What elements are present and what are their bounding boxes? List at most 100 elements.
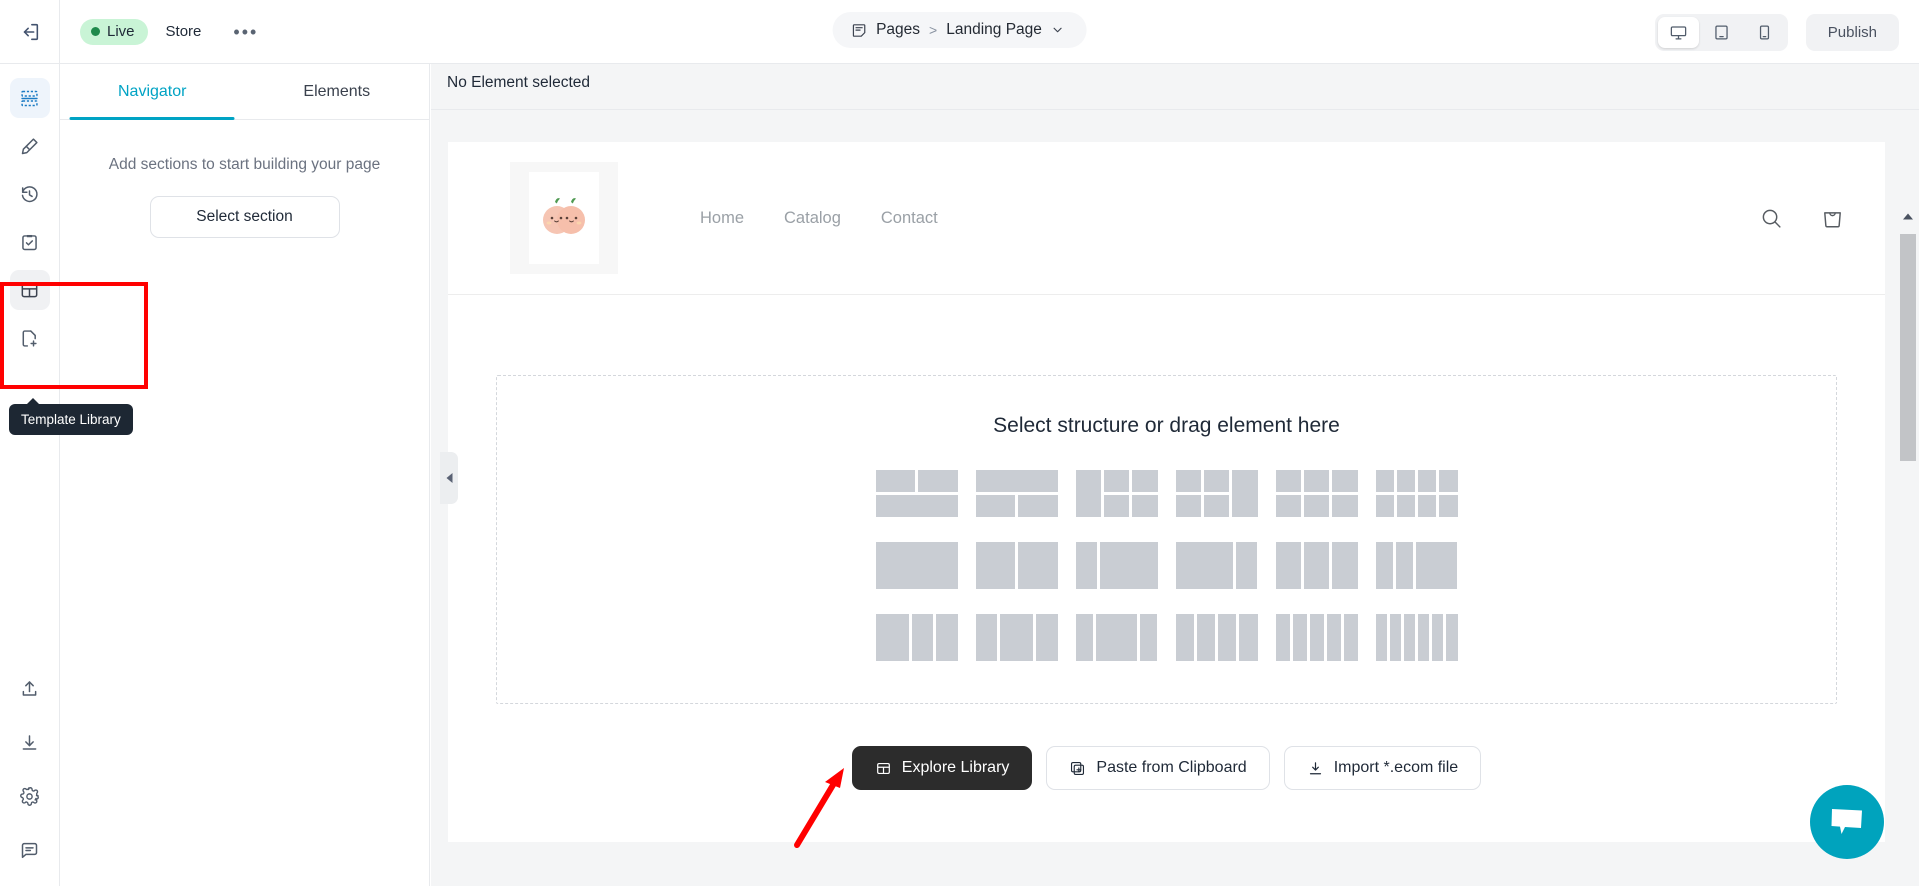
structure-cell — [1275, 542, 1301, 589]
breadcrumb-root[interactable]: Pages — [876, 21, 920, 39]
structure-cell — [1375, 614, 1387, 661]
cart-icon[interactable] — [1820, 206, 1845, 231]
breadcrumb-separator: > — [929, 22, 938, 38]
structure-option[interactable] — [875, 542, 958, 589]
structure-option[interactable] — [1275, 614, 1358, 661]
rail-item-feedback[interactable] — [10, 830, 50, 870]
preview-header-actions — [1759, 206, 1845, 231]
structure-cell — [918, 470, 958, 492]
structure-cell — [875, 470, 915, 492]
breadcrumb-current[interactable]: Landing Page — [946, 21, 1042, 39]
structure-option[interactable] — [1375, 470, 1458, 517]
structure-cell — [1446, 614, 1458, 661]
canvas-area: No Element selected Home Catalog Contact… — [431, 64, 1919, 886]
scroll-up-button[interactable] — [1897, 205, 1919, 227]
structure-cell — [1075, 614, 1093, 661]
upload-icon — [22, 680, 37, 696]
app-root: Live Store ••• Pages > Landing Page Publ… — [0, 0, 1919, 886]
template-library-icon — [21, 283, 38, 297]
chevron-down-icon[interactable] — [1051, 23, 1065, 37]
mobile-icon — [1759, 25, 1769, 39]
structure-option[interactable] — [875, 470, 958, 517]
live-status-dot — [91, 26, 100, 36]
structure-cell — [1075, 470, 1101, 517]
preview-nav-catalog[interactable]: Catalog — [784, 209, 841, 228]
explore-library-button[interactable]: Explore Library — [851, 746, 1033, 790]
structure-cell — [975, 542, 1015, 589]
tablet-view-button[interactable] — [1701, 17, 1742, 48]
desktop-view-button[interactable] — [1657, 16, 1699, 48]
clipboard-paste-icon — [1071, 761, 1085, 775]
rail-item-history[interactable] — [10, 174, 50, 214]
structure-option[interactable] — [1175, 470, 1258, 517]
structure-cell — [1036, 614, 1058, 661]
structure-option[interactable] — [1375, 542, 1458, 589]
preview-logo[interactable] — [510, 162, 618, 274]
rail-item-design[interactable] — [10, 126, 50, 166]
preview-nav-contact[interactable]: Contact — [881, 209, 938, 228]
rail-item-template-library[interactable] — [9, 270, 50, 310]
breadcrumb[interactable]: Pages > Landing Page — [832, 12, 1087, 48]
structure-option[interactable] — [1175, 542, 1258, 589]
checklist-icon — [22, 234, 37, 250]
selection-status-label: No Element selected — [447, 74, 591, 91]
structure-cell — [875, 495, 958, 517]
structure-option[interactable] — [1075, 470, 1158, 517]
structure-cell — [1275, 495, 1301, 517]
live-status-badge[interactable]: Live — [80, 18, 148, 45]
structure-cell — [1140, 614, 1158, 661]
import-ecom-file-button[interactable]: Import *.ecom file — [1283, 746, 1482, 790]
structure-cell — [1239, 614, 1258, 661]
preview-nav-home[interactable]: Home — [700, 209, 744, 228]
structure-cell — [1303, 470, 1330, 492]
structure-option[interactable] — [975, 470, 1058, 517]
rail-item-new-page[interactable] — [10, 318, 50, 358]
structure-option[interactable] — [975, 614, 1058, 661]
rail-item-sections[interactable] — [9, 78, 50, 118]
mobile-view-button[interactable] — [1744, 17, 1785, 48]
structure-dropzone[interactable]: Select structure or drag element here — [496, 375, 1837, 704]
panel-empty-hint: Add sections to start building your page — [108, 156, 381, 173]
select-section-button[interactable]: Select section — [149, 196, 340, 238]
tab-elements[interactable]: Elements — [245, 64, 430, 119]
rail-item-download[interactable] — [10, 722, 50, 762]
structure-cell — [975, 470, 1058, 492]
canvas-scrollbar-thumb[interactable] — [1900, 234, 1916, 461]
preview-logo-inner — [529, 172, 599, 264]
structure-option[interactable] — [1275, 542, 1358, 589]
structure-option[interactable] — [1175, 614, 1258, 661]
explore-library-label: Explore Library — [901, 759, 1010, 776]
structure-option[interactable] — [1075, 542, 1158, 589]
structure-option[interactable] — [875, 614, 958, 661]
structure-cell — [1432, 614, 1444, 661]
rail-item-checklist[interactable] — [10, 222, 50, 262]
publish-button[interactable]: Publish — [1805, 13, 1899, 51]
structure-option[interactable] — [1275, 470, 1358, 517]
structure-cell — [936, 614, 958, 661]
template-library-tooltip: Template Library — [9, 398, 133, 435]
structure-cell — [1203, 470, 1230, 492]
structure-option[interactable] — [1375, 614, 1458, 661]
structure-option[interactable] — [1075, 614, 1158, 661]
peach-logo-icon — [543, 198, 585, 234]
live-status-label: Live — [107, 22, 135, 40]
template-library-icon — [876, 762, 890, 774]
structure-cell — [1196, 614, 1215, 661]
tab-navigator[interactable]: Navigator — [60, 64, 245, 119]
rail-item-settings[interactable] — [10, 776, 50, 816]
collapse-panel-handle[interactable] — [440, 452, 458, 504]
settings-gear-icon — [20, 786, 39, 806]
structure-option[interactable] — [975, 542, 1058, 589]
structure-cell — [1375, 495, 1394, 517]
rail-bottom-group — [10, 668, 50, 886]
structure-cell — [1439, 470, 1458, 492]
search-icon[interactable] — [1759, 206, 1784, 231]
preview-site-header: Home Catalog Contact — [448, 142, 1885, 295]
exit-editor-button[interactable] — [0, 0, 60, 64]
structure-cell — [975, 614, 997, 661]
rail-item-upload[interactable] — [10, 668, 50, 708]
paste-from-clipboard-button[interactable]: Paste from Clipboard — [1046, 746, 1270, 790]
store-link[interactable]: Store — [154, 19, 214, 44]
more-options-button[interactable]: ••• — [219, 23, 272, 41]
chat-widget-button[interactable] — [1810, 785, 1884, 859]
